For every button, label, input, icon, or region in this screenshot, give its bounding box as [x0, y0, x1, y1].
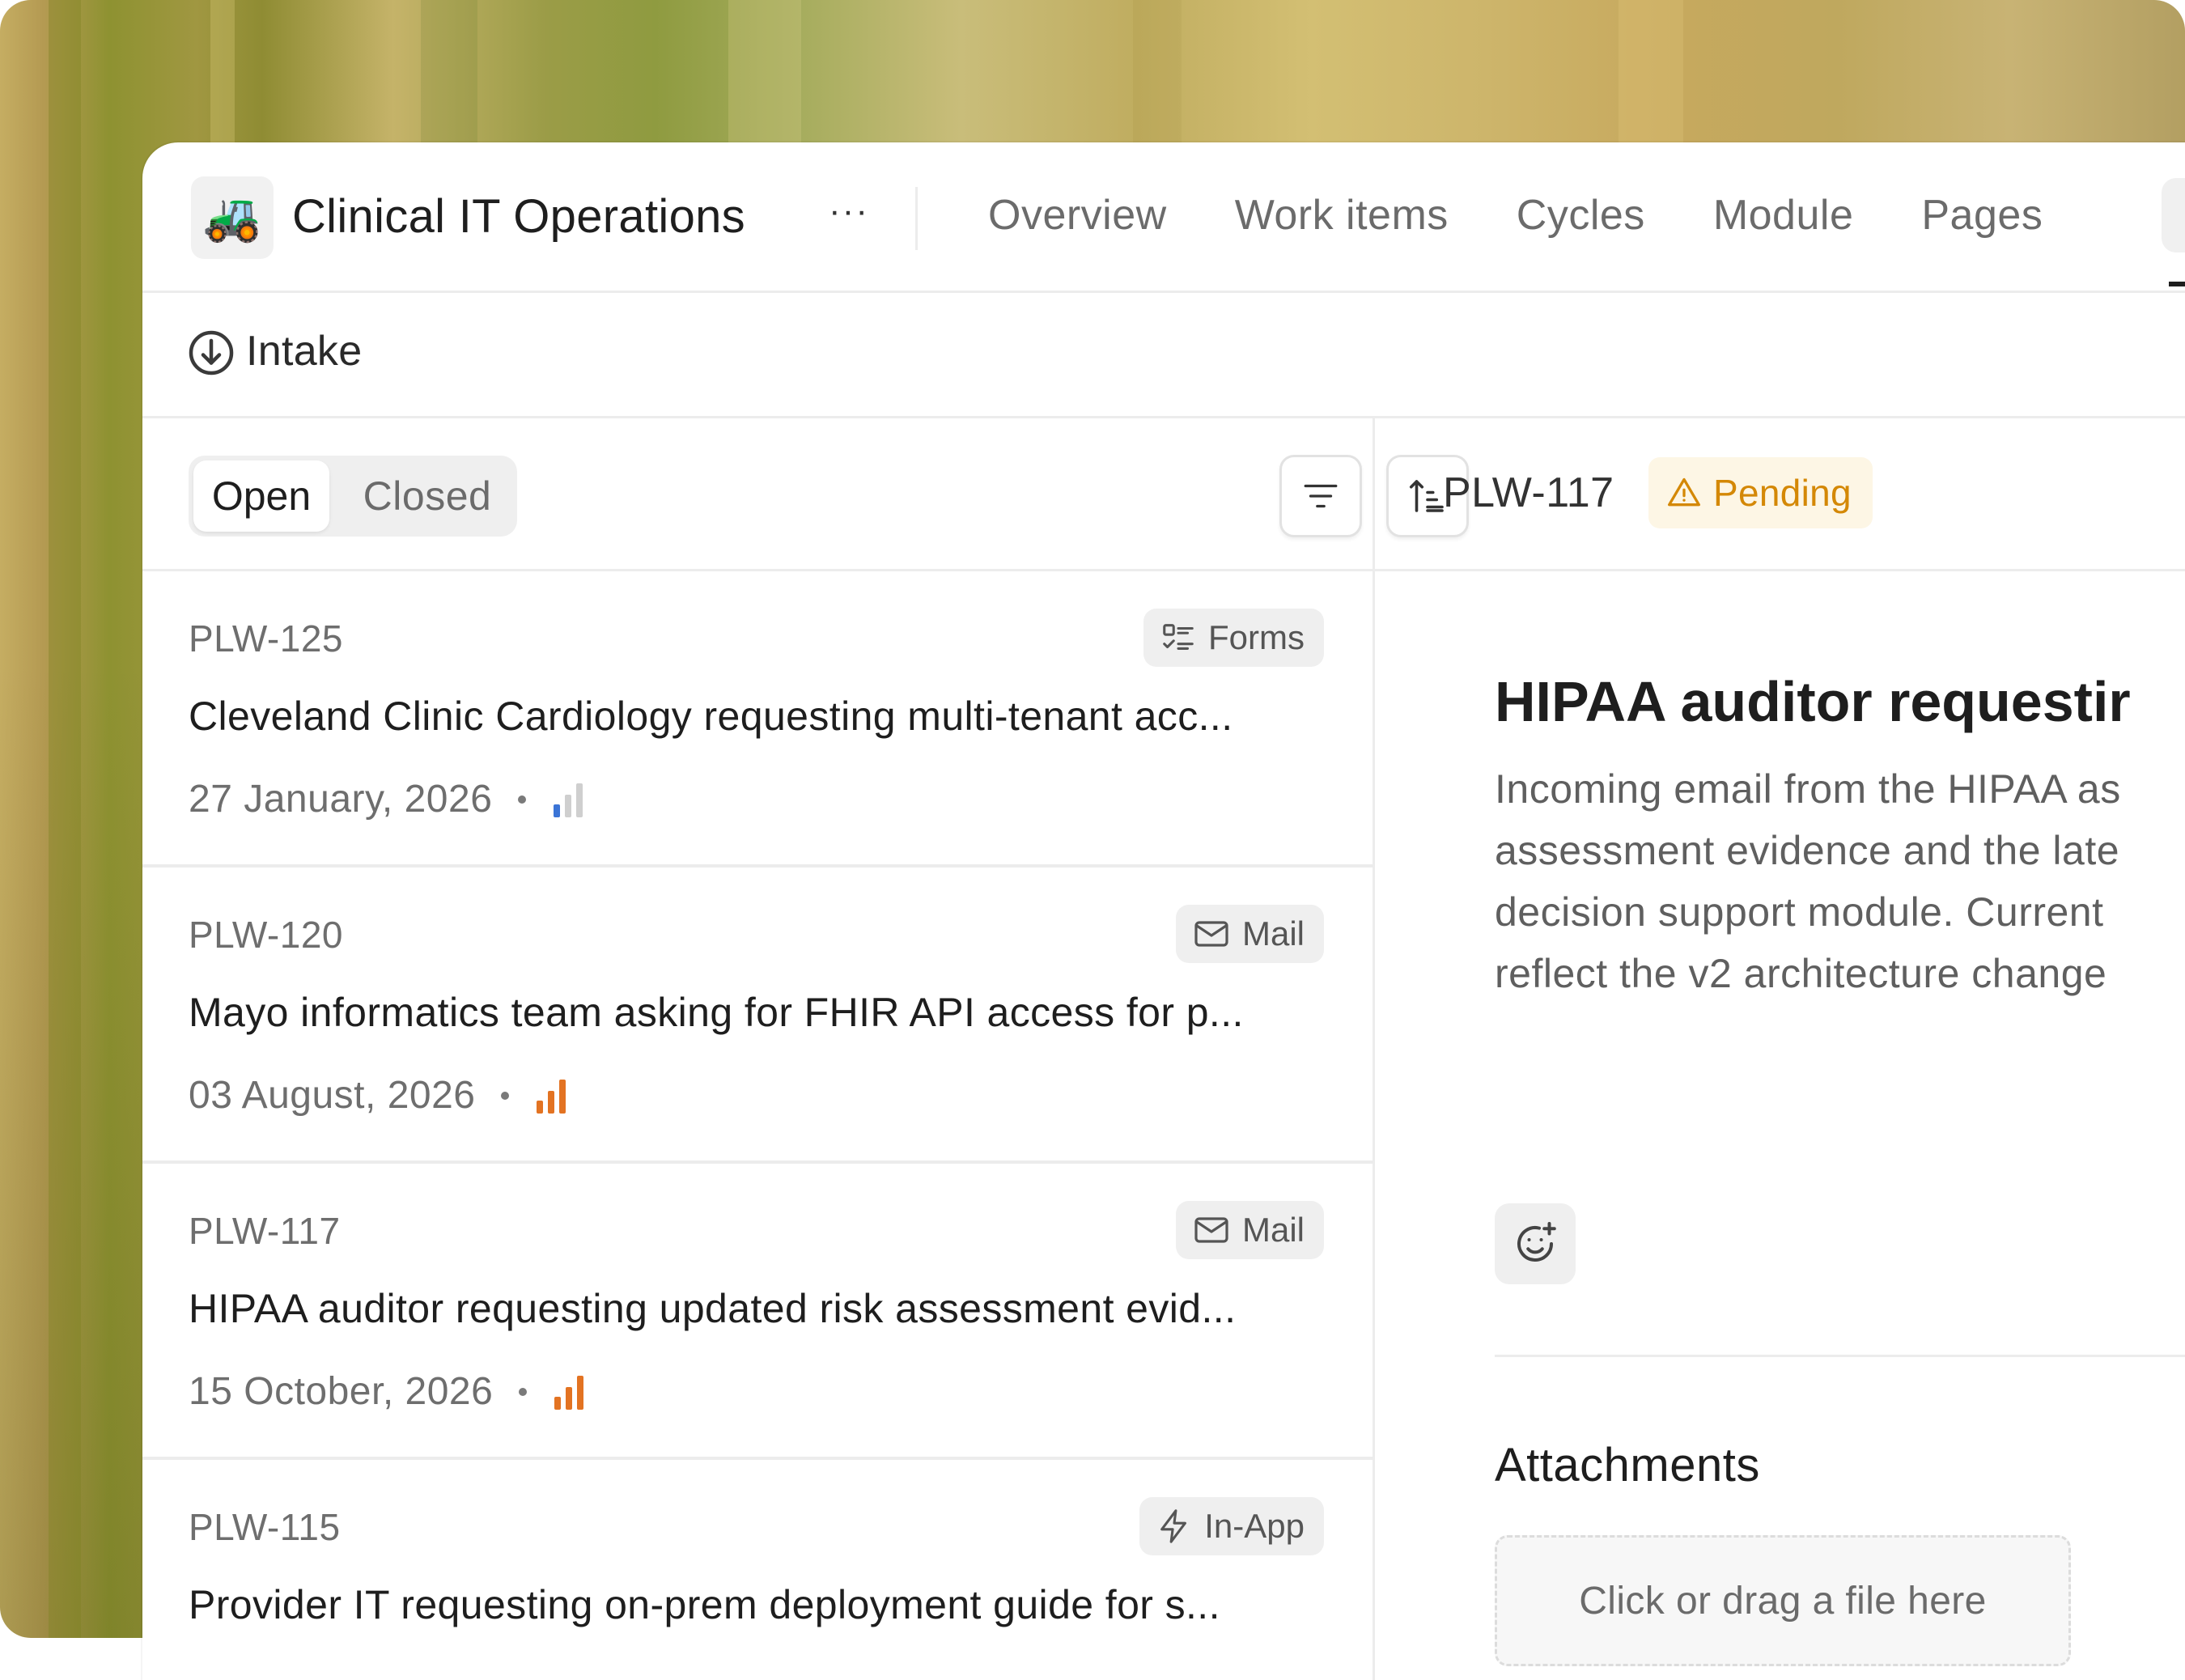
item-date: 03 August, 2026	[189, 1074, 476, 1117]
filter-lines-icon	[1304, 484, 1338, 508]
open-tab[interactable]: Open	[193, 460, 329, 532]
forms-icon	[1163, 624, 1194, 650]
status-badge[interactable]: Pending	[1648, 457, 1873, 528]
item-id: PLW-117	[189, 1210, 341, 1252]
project-nav: Overview Work items Cycles Module Pages …	[988, 178, 2185, 252]
intake-arrow-circle-icon	[189, 330, 234, 375]
separator-dot	[519, 1387, 528, 1396]
priority-low-icon	[554, 783, 583, 817]
detail-description[interactable]: Incoming email from the HIPAA as assessm…	[1495, 758, 2185, 1004]
item-meta: 03 August, 2026	[189, 1073, 569, 1118]
lightning-icon	[1160, 1509, 1187, 1543]
detail-id: PLW-117	[1443, 469, 1614, 516]
tab-work-items[interactable]: Work items	[1235, 191, 1449, 240]
source-badge: Forms	[1143, 609, 1324, 667]
mail-icon	[1194, 1217, 1228, 1243]
item-date: 15 October, 2026	[189, 1370, 494, 1413]
list-item[interactable]: PLW-115 In-App Provider IT requesting on…	[142, 1460, 1373, 1680]
priority-high-icon	[554, 1375, 584, 1410]
warning-triangle-icon	[1668, 477, 1700, 507]
item-id: PLW-125	[189, 617, 344, 660]
item-meta: 15 October, 2026	[189, 1369, 587, 1414]
source-label: In-App	[1204, 1507, 1305, 1545]
item-title: Provider IT requesting on-prem deploymen…	[189, 1582, 1220, 1627]
breadcrumb: Intake	[142, 293, 2185, 418]
active-tab-underline	[2169, 282, 2185, 286]
item-meta: 27 January, 2026	[189, 777, 586, 821]
item-title: Cleveland Clinic Cardiology requesting m…	[189, 694, 1233, 739]
status-label: Pending	[1713, 472, 1852, 514]
item-title: Mayo informatics team asking for FHIR AP…	[189, 990, 1244, 1035]
detail-header: PLW-117 Pending	[1375, 418, 2185, 571]
detail-panel: PLW-117 Pending HIPAA auditor requestir …	[1375, 418, 2185, 1680]
project-icon[interactable]: 🚜	[191, 176, 274, 259]
list-item[interactable]: PLW-117 Mail HIPAA auditor requesting up…	[142, 1164, 1373, 1460]
more-options-icon[interactable]: ···	[821, 183, 877, 240]
source-badge: In-App	[1139, 1497, 1324, 1555]
item-id: PLW-120	[189, 914, 344, 956]
source-badge: Mail	[1175, 905, 1324, 963]
tab-module[interactable]: Module	[1713, 191, 1854, 240]
source-label: Forms	[1208, 618, 1305, 656]
attachments-heading: Attachments	[1495, 1439, 1760, 1491]
priority-high-icon	[537, 1079, 566, 1114]
add-reaction-icon	[1517, 1222, 1556, 1262]
description-line: Incoming email from the HIPAA as	[1495, 766, 2121, 812]
description-line: decision support module. Current	[1495, 889, 2104, 935]
project-title[interactable]: Clinical IT Operations	[292, 189, 745, 244]
item-date: 27 January, 2026	[189, 778, 493, 821]
tab-intake-active[interactable]: In	[2162, 178, 2185, 252]
closed-tab[interactable]: Closed	[346, 460, 508, 532]
description-line: reflect the v2 architecture change	[1495, 951, 2107, 996]
source-badge: Mail	[1175, 1201, 1324, 1259]
tab-pages[interactable]: Pages	[1921, 191, 2043, 240]
add-reaction-button[interactable]	[1495, 1203, 1576, 1284]
list-item[interactable]: PLW-120 Mail Mayo informatics team askin…	[142, 868, 1373, 1164]
detail-title[interactable]: HIPAA auditor requestir	[1495, 669, 2131, 734]
page-title: Intake	[246, 328, 363, 375]
intake-list-panel: Open Closed PLW-125 Forms Cleveland Clin…	[142, 418, 1469, 1680]
source-label: Mail	[1241, 914, 1305, 952]
file-dropzone[interactable]: Click or drag a file here	[1495, 1535, 2071, 1666]
list-item[interactable]: PLW-125 Forms Cleveland Clinic Cardiolog…	[142, 571, 1373, 868]
separator-dot	[518, 795, 527, 804]
mail-icon	[1194, 921, 1228, 947]
source-label: Mail	[1241, 1211, 1305, 1249]
header-divider	[915, 187, 918, 250]
separator-dot	[501, 1091, 510, 1100]
status-segmented-control: Open Closed	[189, 456, 517, 537]
app-window: 🚜 Clinical IT Operations ··· Overview Wo…	[142, 142, 2185, 1680]
tab-overview[interactable]: Overview	[988, 191, 1167, 240]
filter-button[interactable]	[1279, 455, 1362, 537]
description-line: assessment evidence and the late	[1495, 828, 2120, 873]
list-toolbar: Open Closed	[142, 418, 1469, 571]
project-header: 🚜 Clinical IT Operations ··· Overview Wo…	[142, 142, 2185, 293]
section-divider	[1495, 1355, 2185, 1357]
item-id: PLW-115	[189, 1506, 341, 1548]
tab-cycles[interactable]: Cycles	[1517, 191, 1645, 240]
item-title: HIPAA auditor requesting updated risk as…	[189, 1286, 1237, 1331]
